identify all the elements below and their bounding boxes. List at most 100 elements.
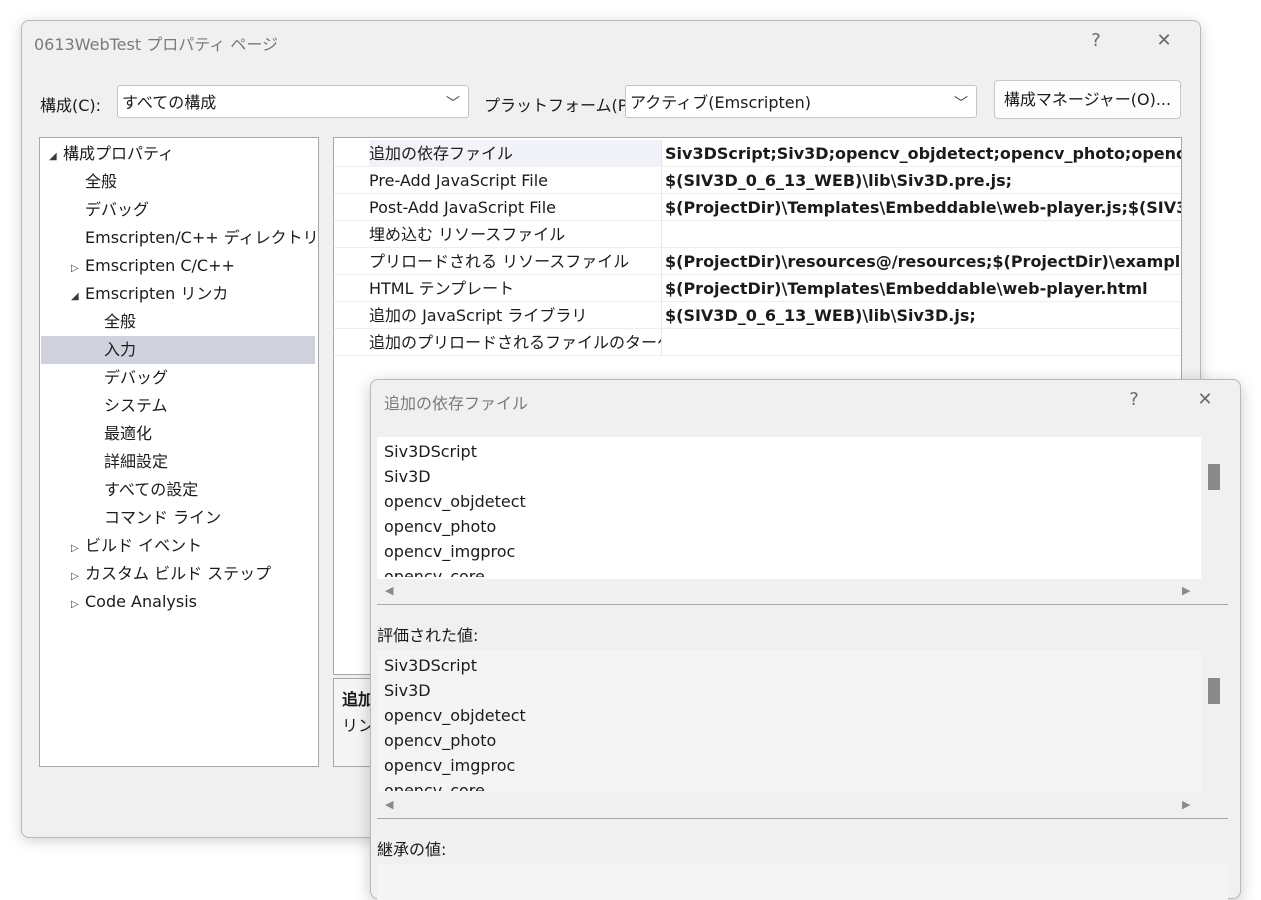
tree-item-label: 全般 (104, 312, 137, 331)
property-row[interactable]: プリロードされる リソースファイル $(ProjectDir)\resources… (334, 248, 1181, 275)
config-combo-value: すべての構成 (122, 93, 217, 112)
tree-item-label: Emscripten/C++ ディレクトリ (85, 228, 319, 247)
tree-item-label: 構成プロパティ (63, 144, 175, 163)
vertical-scrollbar[interactable] (1201, 437, 1228, 579)
property-value[interactable]: $(ProjectDir)\Templates\Embeddable\web-p… (665, 275, 1148, 302)
config-label: 構成(C): (40, 96, 102, 115)
property-value[interactable]: $(SIV3D_0_6_13_WEB)\lib\Siv3D.js; (665, 302, 976, 329)
tree-item-label: 入力 (104, 340, 137, 359)
tree-item[interactable]: ▷ ビルド イベント (41, 532, 315, 560)
property-name: 追加の依存ファイル (369, 140, 661, 167)
property-name: 追加の JavaScript ライブラリ (369, 306, 588, 325)
window-title: 0613WebTest プロパティ ページ (34, 35, 279, 54)
column-divider (661, 140, 662, 166)
tree-item[interactable]: 最適化 (41, 420, 315, 448)
evaluated-values-box: Siv3DScript Siv3D opencv_objdetect openc… (377, 650, 1228, 819)
property-row[interactable]: Pre-Add JavaScript File $(SIV3D_0_6_13_WE… (334, 167, 1181, 194)
property-value[interactable]: Siv3DScript;Siv3D;opencv_objdetect;openc… (665, 140, 1181, 167)
chevron-down-icon: ﹀ (954, 96, 968, 112)
tree-item-label: すべての設定 (104, 480, 199, 499)
dialog-help-button[interactable]: ? (1122, 389, 1146, 410)
config-manager-button[interactable]: 構成マネージャー(O)... (994, 80, 1181, 119)
vertical-scrollbar[interactable] (1201, 650, 1228, 793)
tree-item-label: コマンド ライン (104, 508, 222, 527)
tree-item[interactable]: デバッグ (41, 364, 315, 392)
evaluated-text: Siv3DScript Siv3D opencv_objdetect openc… (384, 656, 526, 791)
column-divider (661, 329, 662, 355)
collapsed-arrow-icon[interactable]: ▷ (71, 591, 85, 619)
column-divider (661, 275, 662, 301)
expanded-arrow-icon[interactable]: ◢ (49, 143, 63, 171)
tree-item[interactable]: ◢ Emscripten リンカ (41, 280, 315, 308)
property-row[interactable]: 埋め込む リソースファイル (334, 221, 1181, 248)
horizontal-scrollbar[interactable]: ◀ ▶ (377, 579, 1228, 604)
platform-label: プラットフォーム(P): (484, 96, 640, 115)
tree-item[interactable]: 全般 (41, 308, 315, 336)
column-divider (661, 248, 662, 274)
tree-item[interactable]: デバッグ (41, 196, 315, 224)
property-row[interactable]: HTML テンプレート $(ProjectDir)\Templates\Embed… (334, 275, 1181, 302)
property-row[interactable]: 追加の JavaScript ライブラリ $(SIV3D_0_6_13_WEB)\… (334, 302, 1181, 329)
collapsed-arrow-icon[interactable]: ▷ (71, 255, 85, 283)
tree-item[interactable]: ▷ Emscripten C/C++ (41, 252, 315, 280)
tree-item[interactable]: ▷ カスタム ビルド ステップ (41, 560, 315, 588)
collapsed-arrow-icon[interactable]: ▷ (71, 535, 85, 563)
property-value[interactable]: $(ProjectDir)\Templates\Embeddable\web-p… (665, 194, 1181, 221)
scroll-thumb[interactable] (1208, 678, 1220, 704)
property-name: 追加のプリロードされるファイルのターゲット (369, 333, 661, 352)
tree-item[interactable]: ▷ Code Analysis (41, 588, 315, 616)
dialog-close-button[interactable]: ✕ (1193, 389, 1217, 410)
property-row[interactable]: Post-Add JavaScript File $(ProjectDir)\Te… (334, 194, 1181, 221)
scroll-right-icon[interactable]: ▶ (1182, 584, 1190, 597)
scroll-left-icon[interactable]: ◀ (385, 584, 393, 597)
tree-item[interactable]: Emscripten/C++ ディレクトリ (41, 224, 319, 252)
property-name: プリロードされる リソースファイル (369, 252, 630, 271)
inherited-values-box (377, 864, 1228, 900)
property-value[interactable]: $(SIV3D_0_6_13_WEB)\lib\Siv3D.pre.js; (665, 167, 1012, 194)
category-tree[interactable]: ◢ 構成プロパティ 全般 デバッグ Emscripten/C++ ディレクトリ ▷ Emsc… (39, 137, 319, 767)
collapsed-arrow-icon[interactable]: ▷ (71, 563, 85, 591)
dependencies-text[interactable]: Siv3DScript Siv3D opencv_objdetect openc… (384, 439, 1194, 577)
horizontal-scrollbar[interactable]: ◀ ▶ (377, 793, 1228, 818)
scroll-right-icon[interactable]: ▶ (1182, 798, 1190, 811)
column-divider (661, 167, 662, 193)
help-button[interactable]: ? (1084, 30, 1108, 51)
column-divider (661, 221, 662, 247)
tree-item[interactable]: 詳細設定 (41, 448, 315, 476)
tree-item[interactable]: 入力 (41, 336, 315, 364)
tree-item-label: Emscripten C/C++ (85, 256, 235, 275)
config-combo[interactable]: すべての構成 ﹀ (117, 85, 469, 118)
dialog-title: 追加の依存ファイル (384, 394, 529, 413)
tree-item[interactable]: ◢ 構成プロパティ (41, 140, 315, 168)
tree-item[interactable]: すべての設定 (41, 476, 315, 504)
platform-combo[interactable]: アクティブ(Emscripten) ﹀ (625, 85, 977, 118)
property-name: 埋め込む リソースファイル (369, 225, 566, 244)
dependencies-editbox[interactable]: Siv3DScript Siv3D opencv_objdetect openc… (377, 437, 1228, 605)
property-row[interactable]: 追加の依存ファイル Siv3DScript;Siv3D;opencv_objdet… (334, 140, 1181, 167)
tree-item-label: カスタム ビルド ステップ (85, 564, 272, 583)
tree-item-label: Emscripten リンカ (85, 284, 229, 303)
tree-item[interactable]: コマンド ライン (41, 504, 315, 532)
additional-dependencies-dialog: 追加の依存ファイル ? ✕ Siv3DScript Siv3D opencv_o… (370, 379, 1241, 900)
tree-item-label: デバッグ (104, 368, 169, 387)
tree-item-label: ビルド イベント (85, 536, 203, 555)
close-button[interactable]: ✕ (1152, 30, 1176, 51)
tree-item-label: Code Analysis (85, 592, 197, 611)
tree-item-label: 全般 (85, 172, 118, 191)
tree-item[interactable]: 全般 (41, 168, 315, 196)
property-row[interactable]: 追加のプリロードされるファイルのターゲット (334, 329, 1181, 356)
chevron-down-icon: ﹀ (446, 96, 460, 112)
property-name: Pre-Add JavaScript File (369, 171, 548, 190)
scroll-left-icon[interactable]: ◀ (385, 798, 393, 811)
expanded-arrow-icon[interactable]: ◢ (71, 283, 85, 311)
scroll-thumb[interactable] (1208, 464, 1220, 490)
tree-item-label: システム (104, 396, 168, 415)
tree-item[interactable]: システム (41, 392, 315, 420)
evaluated-label: 評価された値: (377, 626, 479, 645)
property-name: HTML テンプレート (369, 279, 515, 298)
column-divider (661, 194, 662, 220)
tree-item-label: デバッグ (85, 200, 150, 219)
property-name: Post-Add JavaScript File (369, 198, 557, 217)
property-value[interactable]: $(ProjectDir)\resources@/resources;$(Pro… (665, 248, 1181, 275)
tree-item-label: 最適化 (104, 424, 153, 443)
